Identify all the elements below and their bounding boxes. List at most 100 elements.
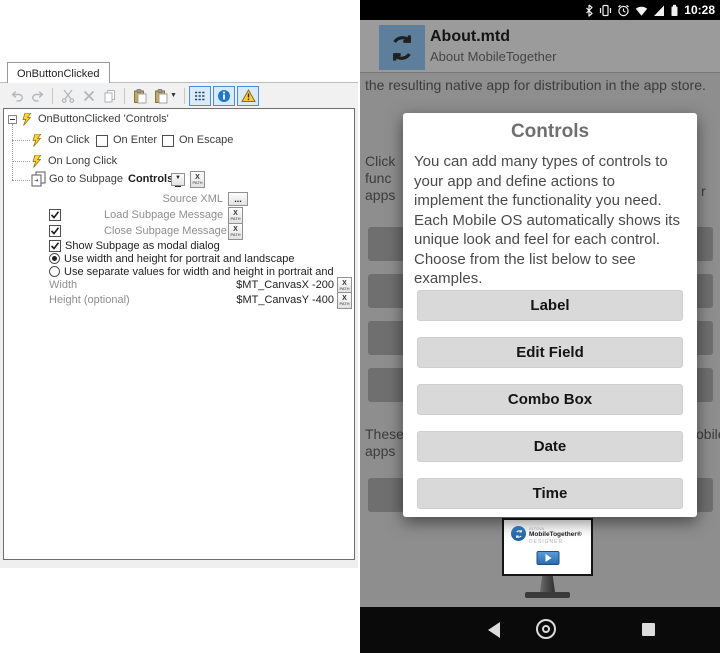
show-source-grid-toggle[interactable] — [189, 86, 211, 106]
designer-panel: OnButtonClicked — [0, 60, 358, 568]
dialog-button[interactable]: Date — [417, 431, 683, 462]
monitor-stand — [540, 576, 555, 592]
monitor-logo: ALTOVA MobileTogether® DESIGNER — [511, 526, 582, 546]
on-enter-label: On Enter — [113, 134, 157, 147]
app-title: About.mtd — [430, 28, 510, 46]
tree-connector — [12, 124, 13, 180]
app-header: About.mtd About MobileTogether — [360, 20, 720, 73]
on-enter-checkbox[interactable] — [96, 135, 108, 147]
height-value[interactable]: $MT_CanvasY -400 — [154, 294, 334, 307]
load-subpage-checkbox[interactable] — [49, 209, 61, 221]
close-subpage-checkbox[interactable] — [49, 225, 61, 237]
dialog-title: Controls — [403, 121, 697, 143]
page-text-fragment: r — [701, 183, 706, 199]
app-subtitle: About MobileTogether — [430, 49, 556, 64]
on-escape-label: On Escape — [179, 134, 233, 147]
back-icon[interactable] — [488, 622, 500, 638]
paste-icon[interactable] — [129, 86, 150, 105]
app-icon — [379, 25, 425, 70]
show-info-toggle[interactable] — [213, 86, 235, 106]
toolbar-separator — [124, 88, 125, 104]
action-tree: OnButtonClicked 'Controls' On Click On E… — [3, 108, 355, 560]
copy-icon[interactable] — [99, 86, 120, 105]
event-root-label[interactable]: OnButtonClicked 'Controls' — [38, 113, 169, 126]
modal-label: Show Subpage as modal dialog — [65, 240, 220, 253]
goto-subpage-label[interactable]: Go to Subpage — [49, 173, 123, 186]
load-subpage-label: Load Subpage Message — [104, 209, 223, 222]
subpage-combo-value[interactable]: Controls — [128, 173, 173, 186]
tab-onbuttonclicked[interactable]: OnButtonClicked — [7, 62, 110, 84]
modal-checkbox[interactable] — [49, 240, 61, 252]
xpath-button[interactable]: X PATH — [337, 292, 352, 309]
tree-row-modal: Show Subpage as modal dialog — [4, 240, 354, 254]
tree-row-root: OnButtonClicked 'Controls' — [4, 113, 354, 127]
undo-icon[interactable] — [6, 86, 27, 105]
check-icon — [50, 226, 60, 236]
tree-row-onclick: On Click On Enter On Escape — [4, 134, 354, 148]
tree-row-width: Width $MT_CanvasX -200 X PATH — [4, 279, 354, 293]
dialog-button[interactable]: Label — [417, 290, 683, 321]
phone-preview: 10:28 About.mtd About MobileTogether the… — [360, 0, 720, 653]
dropdown-arrow-icon: ▼ — [170, 92, 177, 99]
check-icon — [50, 210, 60, 220]
separate-values-label: Use separate values for width and height… — [64, 266, 354, 279]
portrait-landscape-label: Use width and height for portrait and la… — [64, 253, 295, 266]
android-nav-bar — [360, 607, 720, 653]
event-lightning-icon — [22, 113, 33, 126]
page-paragraph: the resulting native app for distributio… — [365, 76, 717, 95]
check-icon — [50, 241, 60, 251]
width-label: Width — [49, 279, 77, 292]
tree-row-radio-both: Use width and height for portrait and la… — [4, 253, 354, 267]
source-xml-label: Source XML — [104, 193, 223, 206]
status-bar: 10:28 — [360, 0, 720, 20]
designer-monitor-image: ALTOVA MobileTogether® DESIGNER — [502, 518, 593, 576]
on-long-click-label[interactable]: On Long Click — [48, 155, 117, 168]
subpage-combo-dropdown[interactable]: ▼ — [171, 173, 185, 186]
subpage-icon — [30, 171, 47, 187]
actions-toolbar: ▼ — [0, 83, 358, 108]
toolbar-separator — [184, 88, 185, 104]
width-value[interactable]: $MT_CanvasX -200 — [154, 279, 334, 292]
monitor-product: MobileTogether® — [529, 531, 582, 539]
status-time: 10:28 — [684, 3, 715, 17]
mobiletogether-logo-icon — [511, 526, 526, 541]
battery-icon — [670, 4, 679, 17]
dialog-button[interactable]: Edit Field — [417, 337, 683, 368]
collapse-icon[interactable] — [8, 115, 17, 124]
show-warnings-toggle[interactable] — [237, 86, 259, 106]
xpath-button[interactable]: X PATH — [228, 223, 243, 240]
tree-row-onlongclick: On Long Click — [4, 155, 354, 169]
dialog-button[interactable]: Time — [417, 478, 683, 509]
dialog-button[interactable]: Combo Box — [417, 384, 683, 415]
tree-row-goto-subpage: Go to Subpage Controls ▼ X PATH — [4, 173, 354, 187]
page-text-fragment: func — [365, 170, 391, 186]
portrait-landscape-radio[interactable] — [49, 253, 60, 264]
on-escape-checkbox[interactable] — [162, 135, 174, 147]
height-label: Height (optional) — [49, 294, 130, 307]
dialog-body-text: You can add many types of controls to yo… — [414, 152, 686, 289]
recents-icon[interactable] — [642, 623, 655, 636]
combo-arrow-icon: ▼ — [175, 172, 181, 187]
page-text-fragment: These — [365, 426, 404, 442]
mobiletogether-logo-icon — [386, 32, 418, 64]
tree-row-source-xml: Source XML ... — [4, 193, 354, 207]
page-text-fragment: obile — [696, 426, 720, 442]
delete-icon[interactable] — [78, 86, 99, 105]
tree-row-load-subpage: Load Subpage Message X PATH — [4, 209, 354, 223]
xpath-button[interactable]: X PATH — [190, 171, 205, 188]
tree-row-radio-separate: Use separate values for width and height… — [4, 266, 354, 280]
source-xml-ellipsis-button[interactable]: ... — [228, 192, 248, 206]
monitor-edition: DESIGNER — [529, 539, 582, 546]
xpath-button[interactable]: X PATH — [228, 207, 243, 224]
separate-values-radio[interactable] — [49, 266, 60, 277]
cut-icon[interactable] — [57, 86, 78, 105]
event-lightning-icon — [32, 155, 43, 168]
tree-row-close-subpage: Close Subpage Message X PATH — [4, 225, 354, 239]
page-text-fragment: apps — [365, 443, 395, 459]
toolbar-separator — [52, 88, 53, 104]
play-button-icon — [536, 551, 559, 565]
tab-bar: OnButtonClicked — [0, 60, 358, 83]
paste-special-icon[interactable]: ▼ — [150, 86, 180, 105]
on-click-label[interactable]: On Click — [48, 134, 90, 147]
redo-icon[interactable] — [27, 86, 48, 105]
